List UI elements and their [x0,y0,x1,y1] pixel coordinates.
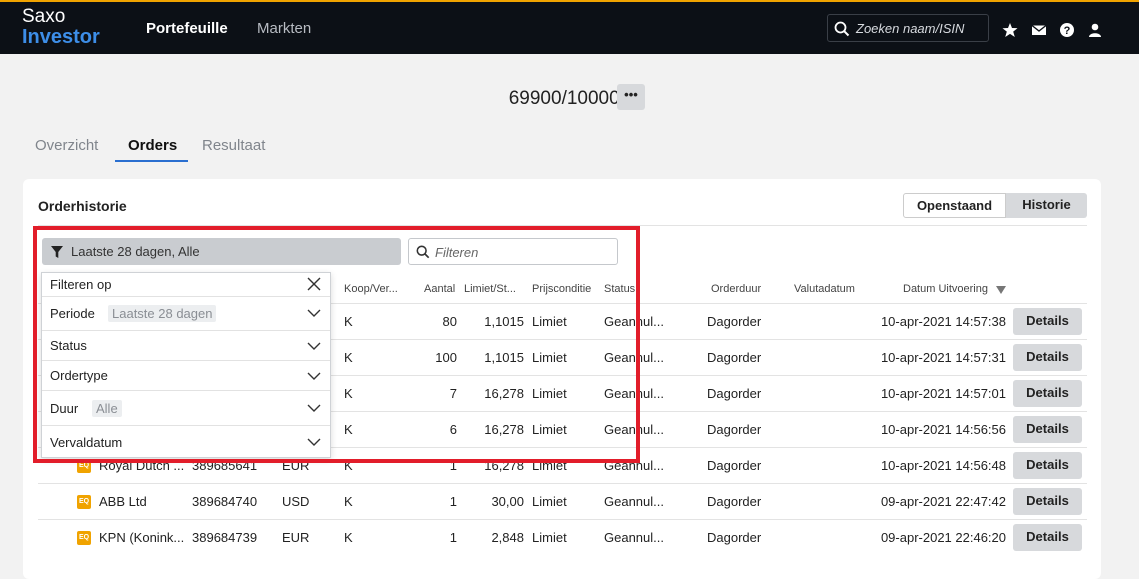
details-button[interactable]: Details [1013,416,1082,443]
column-header-duration[interactable]: Orderduur [711,283,761,295]
toggle-openstaand[interactable]: Openstaand [903,193,1006,218]
details-button[interactable]: Details [1013,488,1082,515]
limit-cell: 30,00 [491,494,524,509]
details-button[interactable]: Details [1013,380,1082,407]
svg-text:?: ? [1064,25,1071,37]
search-icon [834,21,850,37]
column-header-value-date[interactable]: Valutadatum [794,283,855,295]
duration-cell: Dagorder [707,422,762,437]
table-row-divider [38,483,1087,484]
currency-cell: EUR [282,530,310,545]
tab-orders[interactable]: Orders [128,137,177,154]
side-cell: K [344,494,353,509]
order-id-cell: 389684739 [192,530,258,545]
equity-badge-icon: EQ [77,495,91,509]
user-icon[interactable] [1087,22,1103,38]
execution-date-cell: 10-apr-2021 14:56:48 [880,458,1006,473]
duration-cell: Dagorder [707,314,762,329]
execution-date-cell: 09-apr-2021 22:47:42 [880,494,1006,509]
execution-date-cell: 10-apr-2021 14:57:01 [880,386,1006,401]
duration-cell: Dagorder [707,494,762,509]
sort-down-icon[interactable] [996,286,1006,294]
details-button[interactable]: Details [1013,452,1082,479]
details-button[interactable]: Details [1013,344,1082,371]
nav-markten[interactable]: Markten [257,20,311,37]
quantity-cell: 1 [449,530,457,545]
column-header-execution-date[interactable]: Datum Uitvoering [903,283,988,295]
tab-resultaat[interactable]: Resultaat [202,137,265,154]
side-cell: K [344,530,353,545]
account-number: 69900/100001 [508,88,631,109]
quantity-cell: 1 [449,494,457,509]
account-more-button[interactable]: ••• [617,84,645,110]
currency-cell: USD [282,494,310,509]
mail-icon[interactable] [1031,22,1047,38]
help-icon[interactable]: ? [1059,22,1075,38]
price-condition-cell: Limiet [532,530,567,545]
execution-date-cell: 10-apr-2021 14:56:56 [880,422,1006,437]
instrument-cell: KPN (Konink... [99,530,185,545]
instrument-cell: ABB Ltd [99,494,147,509]
highlight-box [33,226,640,463]
details-button[interactable]: Details [1013,524,1082,551]
execution-date-cell: 09-apr-2021 22:46:20 [880,530,1006,545]
top-navigation-bar: Saxo Investor Portefeuille Markten Zoeke… [0,0,1139,54]
limit-cell: 2,848 [491,530,524,545]
execution-date-cell: 10-apr-2021 14:57:31 [880,350,1006,365]
search-placeholder: Zoeken naam/ISIN [856,21,965,36]
execution-date-cell: 10-apr-2021 14:57:38 [880,314,1006,329]
duration-cell: Dagorder [707,458,762,473]
price-condition-cell: Limiet [532,494,567,509]
status-cell: Geannul... [604,494,664,509]
duration-cell: Dagorder [707,530,762,545]
toggle-historie[interactable]: Historie [1006,193,1087,218]
nav-portefeuille[interactable]: Portefeuille [146,20,228,37]
logo-line1: Saxo [22,6,66,27]
logo-line2: Investor [22,26,100,48]
order-id-cell: 389684740 [192,494,258,509]
status-cell: Geannul... [604,530,664,545]
saxo-investor-logo[interactable]: Saxo Investor [22,6,100,48]
duration-cell: Dagorder [707,386,762,401]
duration-cell: Dagorder [707,350,762,365]
details-button[interactable]: Details [1013,308,1082,335]
active-tab-indicator [115,160,188,162]
equity-badge-icon: EQ [77,531,91,545]
panel-title: Orderhistorie [38,198,127,214]
search-input[interactable]: Zoeken naam/ISIN [827,14,989,42]
tab-overzicht[interactable]: Overzicht [35,137,98,154]
star-icon[interactable] [1002,22,1018,38]
table-row-divider [38,519,1087,520]
